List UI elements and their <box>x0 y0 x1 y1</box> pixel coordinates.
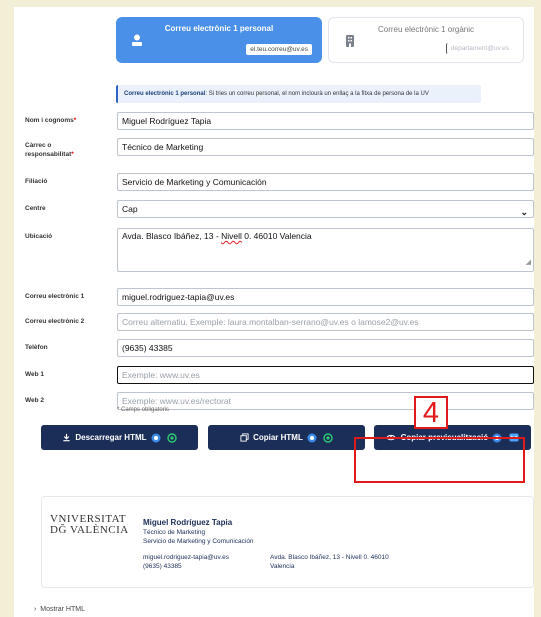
affiliation-input[interactable]: Servicio de Marketing y Comunicación <box>117 173 534 191</box>
preview-position: Técnico de Marketing <box>143 529 206 536</box>
show-html-label: Mostrar HTML <box>40 606 85 613</box>
option-personal-email[interactable]: Correu electrònic 1 personal el.teu.corr… <box>116 17 322 63</box>
signature-preview: VNIVERSITAT DĞ VALÈNCIA Miguel Rodríguez… <box>41 496 534 588</box>
web1-input[interactable]: Exemple: www.uv.es <box>117 366 534 384</box>
affiliation-label: Filiació <box>25 178 48 185</box>
signature-generator-panel: Correu electrònic 1 personal el.teu.corr… <box>14 7 534 617</box>
person-icon <box>132 34 142 46</box>
outlook-icon <box>151 433 161 443</box>
building-icon <box>346 35 354 47</box>
name-label: Nom i cognoms* <box>25 117 77 124</box>
outlook-icon <box>307 433 317 443</box>
phone-input[interactable]: (9635) 43385 <box>117 339 534 357</box>
info-banner-text: : Si tries un correu personal, el nom in… <box>205 91 429 97</box>
gmail-icon <box>167 433 177 443</box>
annotation-step-number: 4 <box>414 396 448 429</box>
info-banner-title: Correu electrònic 1 personal <box>124 91 206 97</box>
location-label: Ubicació <box>25 233 53 240</box>
copy-html-button[interactable]: Copiar HTML <box>208 425 365 450</box>
web2-label: Web 2 <box>25 397 45 404</box>
option-title: Correu electrònic 1 personal <box>164 24 274 33</box>
chevron-right-icon: › <box>34 606 37 613</box>
position-label: Càrrec o responsabilitat* <box>25 142 74 158</box>
info-banner: Correu electrònic 1 personal: Si tries u… <box>116 85 481 103</box>
center-select-value: Cap <box>122 204 138 214</box>
download-html-label: Descarregar HTML <box>75 433 147 442</box>
annotation-highlight-box <box>354 437 525 483</box>
web2-input[interactable]: Exemple: www.uv.es/rectorat <box>117 392 534 410</box>
phone-label: Telèfon <box>25 344 48 351</box>
preview-phone: (9635) 43385 <box>143 563 182 570</box>
email1-label: Correu electrònic 1 <box>25 293 85 300</box>
gmail-icon <box>323 433 333 443</box>
preview-name: Miguel Rodríguez Tapia <box>143 518 233 527</box>
location-textarea[interactable]: Avda. Blasco Ibáñez, 13 - Nivell 0. 4601… <box>117 228 534 272</box>
position-input[interactable]: Técnico de Marketing <box>117 138 534 156</box>
preview-email[interactable]: miguel.rodriguez-tapia@uv.es <box>143 554 229 561</box>
option-example-chip: departament@uv.es <box>445 43 513 54</box>
option-title: Correu electrònic 1 orgànic <box>377 25 475 34</box>
preview-address-line2: Valencia <box>270 563 295 570</box>
resize-handle-icon[interactable]: ◢ <box>526 256 531 270</box>
download-html-button[interactable]: Descarregar HTML <box>41 425 198 450</box>
preview-address-line1: Avda. Blasco Ibáñez, 13 - Nivell 0. 4601… <box>270 554 389 561</box>
name-input[interactable]: Miguel Rodríguez Tapia <box>117 112 534 130</box>
copy-html-label: Copiar HTML <box>253 433 303 442</box>
university-logo: VNIVERSITAT DĞ VALÈNCIA <box>50 513 129 536</box>
required-note: * Camps obligatoris <box>117 407 170 413</box>
center-label: Centre <box>25 205 46 212</box>
email2-label: Correu electrònic 2 <box>25 318 85 325</box>
email2-input[interactable]: Correu alternatiu. Exemple: laura.montal… <box>117 313 534 331</box>
option-organic-email[interactable]: Correu electrònic 1 orgànic departament@… <box>328 17 524 63</box>
show-html-toggle[interactable]: › Mostrar HTML <box>34 606 85 613</box>
preview-affiliation: Servicio de Marketing y Comunicación <box>143 538 254 545</box>
email1-input[interactable]: miguel.rodriguez-tapia@uv.es <box>117 288 534 306</box>
web1-label: Web 1 <box>25 371 45 378</box>
center-select[interactable]: Cap ⌄ <box>117 200 534 218</box>
download-icon <box>63 434 70 442</box>
chevron-down-icon: ⌄ <box>520 207 528 217</box>
option-example-chip: el.teu.correu@uv.es <box>246 44 312 55</box>
copy-icon <box>240 433 249 442</box>
